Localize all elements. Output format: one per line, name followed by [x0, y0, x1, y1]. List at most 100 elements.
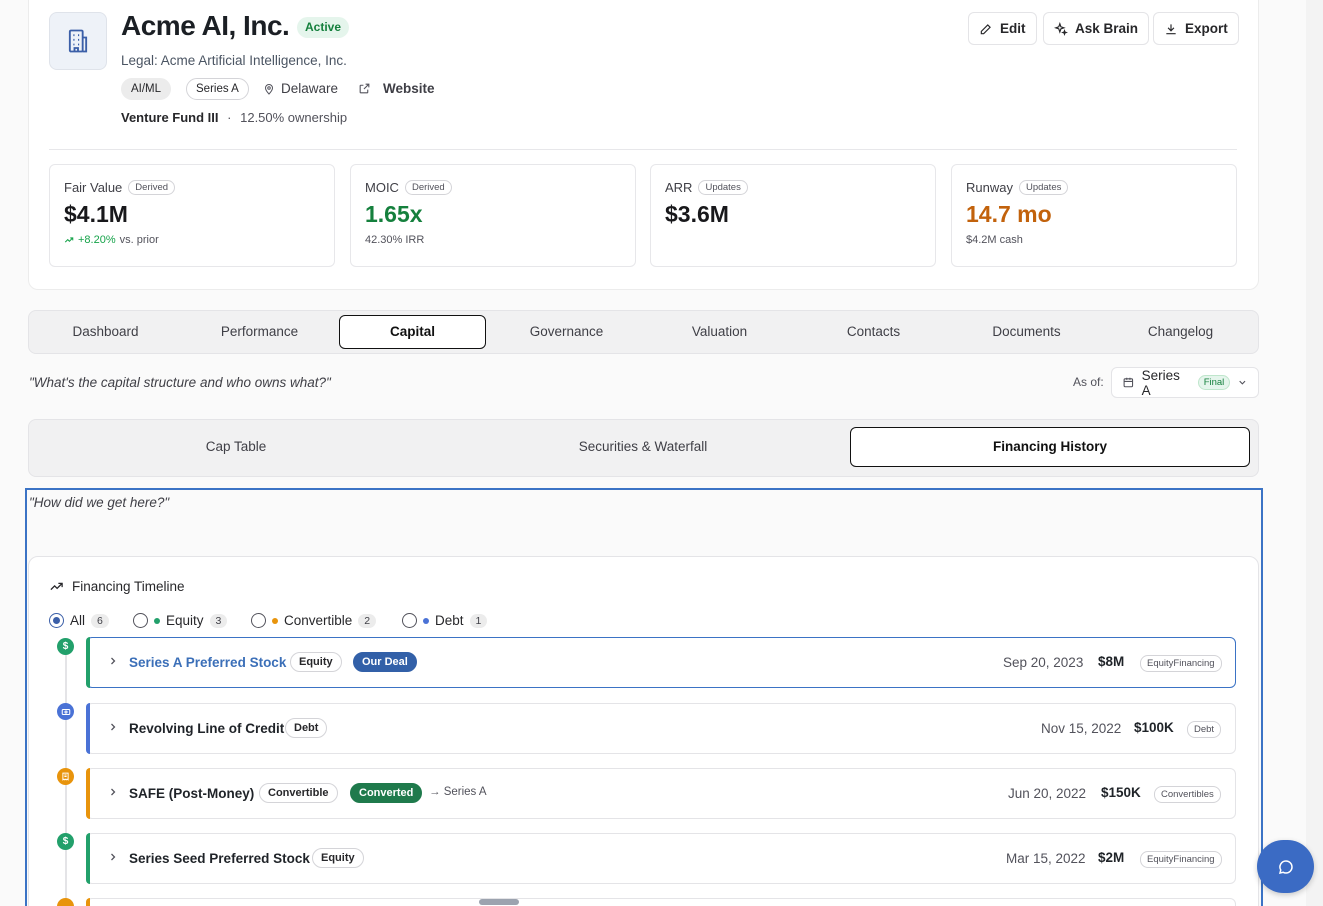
tab-changelog[interactable]: Changelog — [1107, 315, 1254, 349]
dollar-icon: $ — [57, 638, 74, 655]
round-series-seed[interactable]: Series Seed Preferred Stock Equity Mar 1… — [86, 833, 1236, 884]
filter-count: 1 — [469, 613, 488, 628]
filter-label: Convertible — [284, 613, 353, 628]
subtab-securities-waterfall[interactable]: Securities & Waterfall — [443, 427, 843, 467]
history-question: "How did we get here?" — [29, 495, 170, 510]
round-accent — [86, 833, 90, 884]
filter-count: 3 — [209, 613, 228, 628]
as-of-select[interactable]: Series A Final — [1111, 367, 1259, 398]
export-button[interactable]: Export — [1153, 12, 1239, 45]
calendar-icon — [1123, 377, 1134, 388]
round-next-partial[interactable] — [86, 898, 1236, 906]
round-date: Sep 20, 2023 — [1003, 655, 1084, 670]
company-logo — [49, 12, 107, 70]
metric-moic: MOIC Derived 1.65x 42.30% IRR — [350, 164, 636, 267]
edit-button[interactable]: Edit — [968, 12, 1037, 45]
final-badge: Final — [1197, 375, 1231, 390]
timeline-title: Financing Timeline — [49, 579, 185, 594]
metric-change: +8.20% — [78, 234, 116, 246]
filter-debt[interactable]: Debt 1 — [402, 613, 488, 628]
converted-to: → Series A — [429, 786, 487, 798]
metric-sub: $4.2M cash — [966, 234, 1023, 246]
company-name: Acme AI, Inc. — [121, 10, 290, 41]
tab-contacts[interactable]: Contacts — [800, 315, 947, 349]
metric-arr: ARR Updates $3.6M — [650, 164, 936, 267]
round-name: Series Seed Preferred Stock — [129, 851, 310, 866]
resize-handle[interactable] — [479, 899, 519, 905]
status-badge: Active — [297, 17, 350, 38]
filter-convertible[interactable]: Convertible 2 — [251, 613, 377, 628]
round-chip: Equity — [312, 848, 364, 868]
banknote-icon — [57, 703, 74, 720]
round-amount: $2M — [1098, 850, 1125, 865]
filter-all[interactable]: All 6 — [49, 613, 109, 628]
round-date: Jun 20, 2022 — [1008, 786, 1087, 801]
radio-selected[interactable] — [49, 613, 64, 628]
tab-valuation[interactable]: Valuation — [646, 315, 793, 349]
round-accent — [86, 637, 90, 688]
website-link[interactable]: Website — [358, 81, 435, 96]
round-accent — [86, 768, 90, 819]
round-name[interactable]: Series A Preferred Stock — [129, 655, 286, 670]
main-tab-bar: Dashboard Performance Capital Governance… — [28, 310, 1259, 354]
chevron-right-icon — [111, 788, 116, 796]
radio-unselected[interactable] — [402, 613, 417, 628]
edit-label: Edit — [1000, 21, 1026, 36]
metric-value: 1.65x — [365, 201, 423, 227]
chat-bubble-icon — [1278, 859, 1293, 874]
chevron-right-icon — [111, 657, 116, 665]
capital-question: "What's the capital structure and who ow… — [29, 375, 331, 390]
filter-equity[interactable]: Equity 3 — [133, 613, 228, 628]
round-date: Mar 15, 2022 — [1006, 851, 1086, 866]
timeline-title-text: Financing Timeline — [72, 579, 185, 594]
dollar-icon: $ — [57, 833, 74, 850]
export-label: Export — [1185, 21, 1228, 36]
subtab-cap-table[interactable]: Cap Table — [36, 427, 436, 467]
fund-name[interactable]: Venture Fund III — [121, 110, 219, 125]
sparkles-icon — [1054, 21, 1068, 36]
as-of-value: Series A — [1141, 367, 1180, 398]
tab-capital[interactable]: Capital — [339, 315, 486, 349]
round-series-a[interactable]: Series A Preferred Stock Equity Our Deal… — [86, 637, 1236, 688]
metric-label: Runway — [966, 180, 1013, 195]
subtab-financing-history[interactable]: Financing History — [850, 427, 1250, 467]
filter-label: Debt — [435, 613, 464, 628]
header-divider — [49, 149, 1237, 150]
trending-up-icon — [64, 237, 74, 243]
sector-tag: AI/ML — [121, 78, 172, 100]
equity-dot — [154, 617, 160, 624]
metric-sub: +8.20% vs. prior — [64, 234, 320, 246]
chevron-right-icon — [111, 853, 116, 861]
location-label: Delaware — [281, 81, 339, 96]
filter-count: 6 — [91, 613, 109, 628]
fund-ownership: Venture Fund III · 12.50% ownership — [121, 110, 348, 125]
filter-label: All — [70, 613, 86, 628]
pencil-icon — [980, 23, 991, 34]
metric-runway: Runway Updates 14.7 mo $4.2M cash — [951, 164, 1237, 267]
metric-fair-value: Fair Value Derived $4.1M +8.20% vs. prior — [49, 164, 335, 267]
chevron-right-icon — [111, 723, 116, 731]
radio-unselected[interactable] — [133, 613, 148, 628]
round-amount: $100K — [1134, 720, 1174, 735]
tab-documents[interactable]: Documents — [953, 315, 1100, 349]
round-safe[interactable]: SAFE (Post-Money) Convertible Converted … — [86, 768, 1236, 819]
metric-value: $3.6M — [665, 201, 729, 227]
tab-dashboard[interactable]: Dashboard — [32, 315, 179, 349]
tab-performance[interactable]: Performance — [186, 315, 333, 349]
ask-brain-button[interactable]: Ask Brain — [1043, 12, 1150, 45]
round-amount: $150K — [1101, 785, 1141, 800]
tab-governance[interactable]: Governance — [493, 315, 640, 349]
debt-dot — [423, 617, 429, 624]
metric-sub-text: vs. prior — [119, 234, 159, 246]
filter-label: Equity — [166, 613, 204, 628]
metric-tag: Derived — [404, 180, 452, 195]
location: Delaware — [263, 81, 338, 96]
chat-button[interactable] — [1257, 840, 1314, 893]
page-scrollbar[interactable] — [1306, 0, 1323, 906]
round-line-of-credit[interactable]: Revolving Line of Credit Debt Nov 15, 20… — [86, 703, 1236, 754]
radio-unselected[interactable] — [251, 613, 266, 628]
metric-label: ARR — [665, 180, 693, 195]
ask-brain-label: Ask Brain — [1075, 21, 1139, 36]
building-icon — [68, 29, 88, 53]
round-date: Nov 15, 2022 — [1041, 721, 1122, 736]
